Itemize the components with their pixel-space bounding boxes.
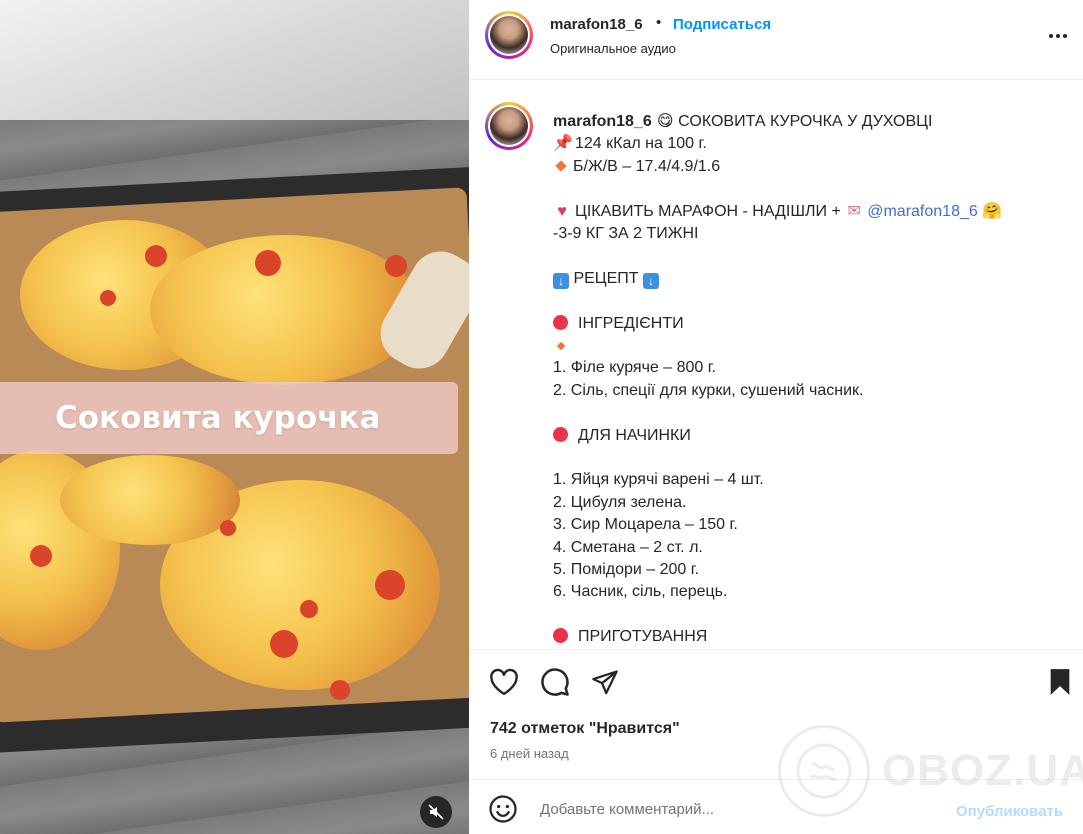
filling-item: 6. Часник, сіль, перець. xyxy=(553,583,728,601)
filling-heading: ДЛЯ НАЧИНКИ xyxy=(578,426,691,444)
ingredients-heading: ІНГРЕДІЄНТИ xyxy=(578,314,684,332)
caption-username[interactable]: marafon18_6 xyxy=(553,113,652,130)
down-arrow-icon: ↓ xyxy=(643,272,660,289)
bookmark-icon[interactable] xyxy=(1045,667,1075,697)
red-circle-icon xyxy=(553,426,568,442)
marathon-text: ЦІКАВИТЬ МАРАФОН - НАДІШЛИ + xyxy=(575,202,841,220)
smiling-face-emoji-icon: 😋 xyxy=(656,113,674,130)
audio-label[interactable]: Оригинальное аудио xyxy=(550,41,676,56)
overlay-text: Соковита курочка xyxy=(55,400,381,436)
video-overlay-caption: Соковита курочка xyxy=(0,382,458,454)
follow-button[interactable]: Подписаться xyxy=(673,16,771,33)
author-username[interactable]: marafon18_6 xyxy=(550,16,643,33)
share-icon[interactable] xyxy=(590,667,620,697)
likes-count[interactable]: 742 отметок "Нравится" xyxy=(490,720,680,738)
marathon-sub: -3-9 КГ ЗА 2 ТИЖНІ xyxy=(553,225,699,243)
post-side-panel: marafon18_6 • Подписаться Оригинальное а… xyxy=(469,0,1083,834)
more-options-icon[interactable] xyxy=(1043,24,1073,48)
ingredient-item: 1. Філе куряче – 800 г. xyxy=(553,359,717,377)
speaker-muted-icon xyxy=(428,804,444,820)
red-circle-icon xyxy=(553,628,568,644)
macros: Б/Ж/В – 17.4/4.9/1.6 xyxy=(573,157,721,175)
comment-icon[interactable] xyxy=(540,667,570,697)
caption-scroll-area[interactable]: marafon18_6 😋 СОКОВИТА КУРОЧКА У ДУХОВЦІ … xyxy=(469,81,1083,649)
red-circle-icon xyxy=(553,314,568,330)
cooking-heading: ПРИГОТУВАННЯ xyxy=(578,628,708,646)
filling-item: 5. Помідори – 200 г. xyxy=(553,561,700,579)
orange-diamond-icon xyxy=(556,341,566,351)
filling-item: 1. Яйця курячі варені – 4 шт. xyxy=(553,471,764,489)
calories: 124 кКал на 100 г. xyxy=(575,135,707,153)
hugging-face-icon: 🤗 xyxy=(982,202,1003,220)
author-avatar[interactable] xyxy=(485,11,533,59)
globe-logo-icon xyxy=(778,725,870,817)
filling-item: 3. Сир Моцарела – 150 г. xyxy=(553,516,738,534)
mention-link[interactable]: @marafon18_6 xyxy=(867,203,978,220)
mute-button[interactable] xyxy=(420,796,452,828)
caption-title: СОКОВИТА КУРОЧКА У ДУХОВЦІ xyxy=(678,113,933,130)
post-header: marafon18_6 • Подписаться Оригинальное а… xyxy=(469,0,1083,80)
recipe-heading: РЕЦЕПТ xyxy=(573,269,639,287)
ingredient-item: 2. Сіль, спеції для курки, сушений часни… xyxy=(553,381,864,399)
emoji-picker-icon[interactable] xyxy=(488,794,518,824)
post-timestamp[interactable]: 6 дней назад xyxy=(490,746,569,761)
caption-avatar[interactable] xyxy=(485,102,533,150)
watermark-text: OBOZ.UA xyxy=(882,746,1083,795)
filling-item: 2. Цибуля зелена. xyxy=(553,493,687,511)
oboz-watermark: OBOZ.UA xyxy=(778,725,1083,817)
heart-emoji-icon: ♥ xyxy=(557,202,567,220)
filling-item: 4. Сметана – 2 ст. л. xyxy=(553,538,703,556)
separator-dot: • xyxy=(656,14,662,31)
like-heart-icon[interactable] xyxy=(489,667,519,697)
orange-diamond-icon xyxy=(555,160,567,172)
post-caption: marafon18_6 😋 СОКОВИТА КУРОЧКА У ДУХОВЦІ … xyxy=(553,111,1063,649)
down-arrow-icon: ↓ xyxy=(553,272,569,289)
pushpin-icon: 📌 xyxy=(553,135,573,153)
love-letter-icon: ✉ xyxy=(847,202,861,220)
post-media[interactable]: Соковита курочка xyxy=(0,0,469,834)
